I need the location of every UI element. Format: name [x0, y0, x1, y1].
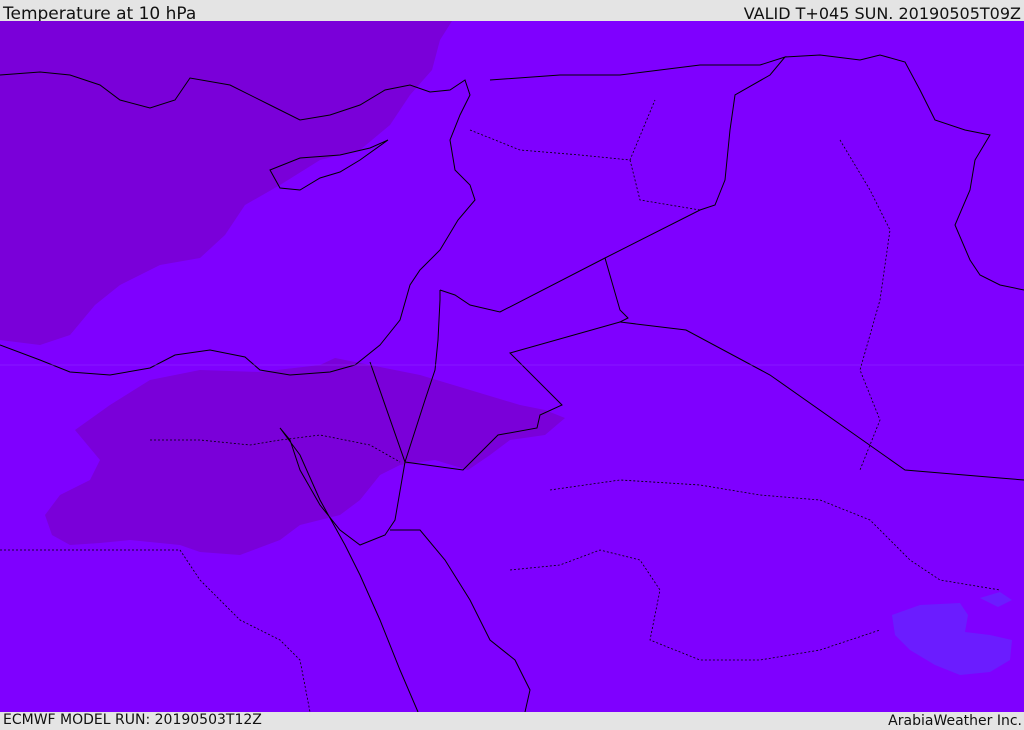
model-run-label: ECMWF MODEL RUN: 20190503T12Z [3, 712, 262, 728]
temperature-map [0, 21, 1024, 712]
footer-bar: ECMWF MODEL RUN: 20190503T12Z ArabiaWeat… [0, 712, 1024, 729]
brand-label: ArabiaWeather Inc. [888, 713, 1022, 729]
header-bar: Temperature at 10 hPa VALID T+045 SUN. 2… [0, 0, 1024, 24]
